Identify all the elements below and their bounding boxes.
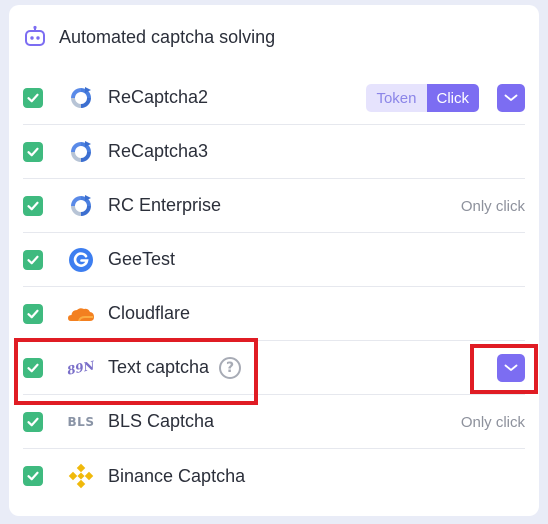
list-item-text-captcha: 89N Text captcha ? [23, 341, 525, 395]
mode-token-option[interactable]: Token [366, 84, 427, 112]
text-captcha-controls [497, 341, 525, 395]
only-click-note: Only click [460, 197, 525, 215]
cloudflare-icon [67, 300, 95, 328]
check-icon [27, 471, 39, 481]
list-item-bls-captcha: BLS BLS Captcha Only click [23, 395, 525, 449]
list-item-recaptcha2: ReCaptcha2 Token Click [23, 71, 525, 125]
check-icon [27, 93, 39, 102]
robot-icon [25, 25, 45, 46]
check-icon [27, 417, 39, 426]
cloudflare-checkbox[interactable] [23, 303, 43, 324]
check-icon [27, 363, 39, 372]
recaptcha2-checkbox[interactable] [23, 87, 43, 108]
text-captcha-dropdown-button[interactable] [497, 354, 525, 382]
check-icon [27, 255, 39, 264]
bls-captcha-checkbox[interactable] [23, 411, 43, 432]
rc-enterprise-checkbox[interactable] [23, 195, 43, 216]
check-icon [27, 201, 39, 210]
recaptcha-icon [67, 84, 95, 112]
recaptcha-icon [67, 138, 95, 166]
recaptcha3-checkbox[interactable] [23, 141, 43, 162]
geetest-icon [67, 246, 95, 274]
bls-logo-text: BLS [67, 414, 95, 429]
binance-captcha-checkbox[interactable] [23, 466, 43, 486]
panel-header: Automated captcha solving [23, 22, 275, 52]
cloudflare-label: Cloudflare [108, 303, 191, 323]
mode-toggle: Token Click [366, 84, 479, 112]
rc-enterprise-controls: Only click [461, 179, 525, 233]
list-item-rc-enterprise: RC Enterprise Only click [23, 179, 525, 233]
binance-icon [67, 462, 95, 490]
list-item-recaptcha3: ReCaptcha3 [23, 125, 525, 179]
text-captcha-icon: 89N [66, 354, 96, 382]
geetest-label: GeeTest [108, 249, 176, 269]
check-icon [27, 309, 39, 318]
chevron-down-icon [504, 364, 518, 371]
list-item-cloudflare: Cloudflare [23, 287, 525, 341]
bls-captcha-label: BLS Captcha [108, 411, 215, 431]
page-title: Automated captcha solving [59, 26, 276, 47]
text-captcha-logo-text: 89N [66, 357, 96, 378]
check-icon [27, 147, 39, 156]
bls-captcha-controls: Only click [461, 395, 525, 449]
captcha-settings-panel: Automated captcha solving ReCaptcha2 Tok… [9, 5, 539, 516]
list-item-binance-captcha: Binance Captcha [23, 449, 525, 503]
only-click-note: Only click [460, 413, 525, 431]
recaptcha3-label: ReCaptcha3 [108, 141, 209, 161]
geetest-checkbox[interactable] [23, 249, 43, 270]
recaptcha-icon [67, 192, 95, 220]
text-captcha-label: Text captcha [108, 357, 210, 377]
rc-enterprise-label: RC Enterprise [108, 195, 222, 215]
bls-icon: BLS [67, 408, 95, 436]
recaptcha2-controls: Token Click [366, 71, 525, 125]
binance-captcha-label: Binance Captcha [108, 465, 246, 486]
mode-click-option[interactable]: Click [426, 84, 479, 112]
recaptcha2-label: ReCaptcha2 [108, 87, 209, 107]
list-item-geetest: GeeTest [23, 233, 525, 287]
text-captcha-checkbox[interactable] [23, 357, 43, 378]
help-icon[interactable]: ? [219, 356, 242, 379]
chevron-down-icon [504, 94, 518, 101]
recaptcha2-dropdown-button[interactable] [497, 84, 525, 112]
